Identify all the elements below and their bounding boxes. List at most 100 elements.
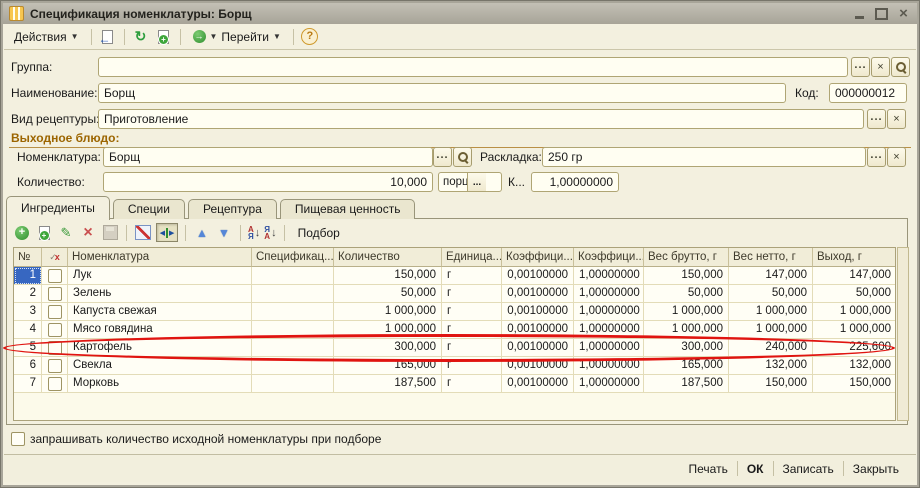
cell-out-row-7[interactable]: 150,000 <box>813 375 896 393</box>
cell-qty-row-6[interactable]: 165,000 <box>334 357 442 375</box>
row-checkbox[interactable] <box>48 377 62 391</box>
cell-unit-row-3[interactable]: г <box>442 303 502 321</box>
help-button[interactable]: ? <box>300 27 320 46</box>
column-header-gross[interactable]: Вес брутто, г <box>644 248 729 267</box>
cell-net-row-7[interactable]: 150,000 <box>729 375 813 393</box>
cell-name-row-1[interactable]: Лук <box>68 267 252 285</box>
actions-menu-button[interactable]: Действия ▼ <box>8 28 85 46</box>
tab-recipe[interactable]: Рецептура <box>188 199 277 219</box>
quantity-field[interactable]: 10,000 <box>103 172 433 192</box>
column-header-net[interactable]: Вес нетто, г <box>729 248 813 267</box>
cell-qty-row-7[interactable]: 187,500 <box>334 375 442 393</box>
cell-coef1-row-7[interactable]: 0,00100000 <box>502 375 574 393</box>
cell-spec-row-4[interactable] <box>252 321 334 339</box>
cell-num-row-5[interactable]: 5 <box>14 339 42 357</box>
column-header-unit[interactable]: Единица... <box>442 248 502 267</box>
cell-coef1-row-4[interactable]: 0,00100000 <box>502 321 574 339</box>
cell-unit-row-5[interactable]: г <box>442 339 502 357</box>
cell-gross-row-3[interactable]: 1 000,000 <box>644 303 729 321</box>
cell-spec-row-3[interactable] <box>252 303 334 321</box>
cell-coef2-row-2[interactable]: 1,00000000 <box>574 285 644 303</box>
row-checkbox[interactable] <box>48 359 62 373</box>
cell-qty-row-3[interactable]: 1 000,000 <box>334 303 442 321</box>
sort-asc-button[interactable]: АЯ ↓ <box>248 226 260 240</box>
move-up-button[interactable]: ▲ <box>193 224 211 242</box>
group-search-button[interactable] <box>891 57 910 77</box>
close-icon[interactable]: × <box>896 6 911 21</box>
pick-button[interactable]: Подбор <box>292 225 346 241</box>
cell-net-row-5[interactable]: 240,000 <box>729 339 813 357</box>
cell-spec-row-1[interactable] <box>252 267 334 285</box>
unit-ellipsis-button[interactable]: ... <box>467 173 486 191</box>
column-header-flag[interactable]: ✓х <box>42 248 68 267</box>
cell-unit-row-2[interactable]: г <box>442 285 502 303</box>
cell-num-row-6[interactable]: 6 <box>14 357 42 375</box>
cell-coef2-row-7[interactable]: 1,00000000 <box>574 375 644 393</box>
copy-document-button[interactable]: + <box>154 27 174 46</box>
recipe-type-field[interactable]: Приготовление <box>98 109 864 129</box>
cell-name-row-3[interactable]: Капуста свежая <box>68 303 252 321</box>
cell-coef2-row-5[interactable]: 1,00000000 <box>574 339 644 357</box>
cell-flag-row-3[interactable] <box>42 303 68 321</box>
cell-out-row-6[interactable]: 132,000 <box>813 357 896 375</box>
group-ellipsis-button[interactable]: ... <box>851 57 870 77</box>
coefficient-field[interactable]: 1,00000000 <box>531 172 619 192</box>
cell-qty-row-5[interactable]: 300,000 <box>334 339 442 357</box>
cell-out-row-4[interactable]: 1 000,000 <box>813 321 896 339</box>
tab-ingredients[interactable]: Ингредиенты <box>6 196 110 220</box>
copy-row-button[interactable]: + <box>35 224 53 242</box>
quantity-unit-field[interactable]: порц ... <box>438 172 502 192</box>
recipe-type-ellipsis-button[interactable]: ... <box>867 109 886 129</box>
row-checkbox[interactable] <box>48 323 62 337</box>
print-button[interactable]: Печать <box>680 460 737 478</box>
autowidth-toggle-button[interactable]: ◀ ▶ <box>156 223 178 242</box>
cell-gross-row-2[interactable]: 50,000 <box>644 285 729 303</box>
cell-spec-row-5[interactable] <box>252 339 334 357</box>
row-checkbox[interactable] <box>48 287 62 301</box>
cell-coef1-row-3[interactable]: 0,00100000 <box>502 303 574 321</box>
group-field[interactable] <box>98 57 848 77</box>
cell-qty-row-1[interactable]: 150,000 <box>334 267 442 285</box>
layout-clear-button[interactable]: × <box>887 147 906 167</box>
cell-qty-row-2[interactable]: 50,000 <box>334 285 442 303</box>
cell-name-row-6[interactable]: Свекла <box>68 357 252 375</box>
cell-spec-row-2[interactable] <box>252 285 334 303</box>
cell-name-row-7[interactable]: Морковь <box>68 375 252 393</box>
cell-gross-row-1[interactable]: 150,000 <box>644 267 729 285</box>
cell-unit-row-6[interactable]: г <box>442 357 502 375</box>
cell-coef2-row-6[interactable]: 1,00000000 <box>574 357 644 375</box>
cell-gross-row-5[interactable]: 300,000 <box>644 339 729 357</box>
cell-num-row-3[interactable]: 3 <box>14 303 42 321</box>
cell-net-row-1[interactable]: 147,000 <box>729 267 813 285</box>
minimize-icon[interactable] <box>852 6 867 21</box>
cell-unit-row-1[interactable]: г <box>442 267 502 285</box>
delete-row-button[interactable]: × <box>79 224 97 242</box>
cell-flag-row-1[interactable] <box>42 267 68 285</box>
write-doc-icon-button[interactable]: ← <box>98 27 118 46</box>
column-header-num[interactable]: № <box>14 248 42 267</box>
ask-quantity-option[interactable]: запрашивать количество исходной номенкла… <box>11 430 381 448</box>
cell-out-row-1[interactable]: 147,000 <box>813 267 896 285</box>
tab-nutrition[interactable]: Пищевая ценность <box>280 199 416 219</box>
cell-qty-row-4[interactable]: 1 000,000 <box>334 321 442 339</box>
column-header-name[interactable]: Номенклатура <box>68 248 252 267</box>
column-header-out[interactable]: Выход, г <box>813 248 896 267</box>
nomenclature-field[interactable]: Борщ <box>103 147 433 167</box>
recipe-type-clear-button[interactable]: × <box>887 109 906 129</box>
cell-coef2-row-1[interactable]: 1,00000000 <box>574 267 644 285</box>
cell-gross-row-7[interactable]: 187,500 <box>644 375 729 393</box>
save-button[interactable]: Записать <box>774 460 843 478</box>
cell-name-row-4[interactable]: Мясо говядина <box>68 321 252 339</box>
cell-spec-row-6[interactable] <box>252 357 334 375</box>
cell-gross-row-6[interactable]: 165,000 <box>644 357 729 375</box>
column-header-qty[interactable]: Количество <box>334 248 442 267</box>
group-clear-button[interactable]: × <box>871 57 890 77</box>
cell-flag-row-2[interactable] <box>42 285 68 303</box>
move-down-button[interactable]: ▼ <box>215 224 233 242</box>
maximize-icon[interactable] <box>874 6 889 21</box>
vertical-scrollbar[interactable] <box>897 247 909 421</box>
column-header-coef1[interactable]: Коэффици... <box>502 248 574 267</box>
layout-field[interactable]: 250 гр <box>542 147 866 167</box>
row-checkbox[interactable] <box>48 341 62 355</box>
ok-button[interactable]: ОК <box>738 460 773 478</box>
